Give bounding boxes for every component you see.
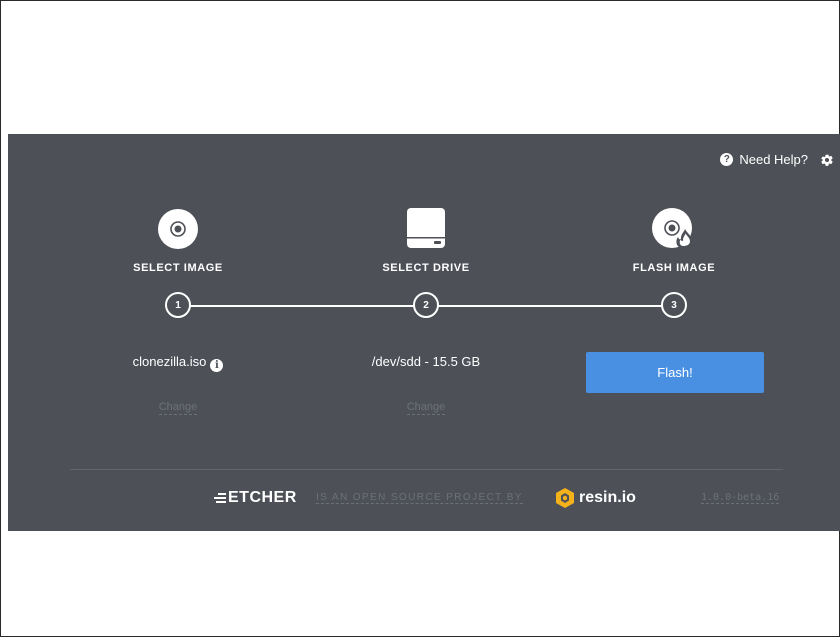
question-circle-icon: ?: [720, 153, 734, 166]
step-node-3: 3: [661, 292, 687, 318]
footer-divider: [70, 469, 783, 470]
selected-drive: /dev/sdd - 15.5 GB: [326, 354, 526, 369]
version-label[interactable]: 1.0.0-beta.16: [701, 492, 780, 504]
need-help-label: Need Help?: [739, 152, 808, 167]
etcher-logo[interactable]: ETCHER: [214, 489, 297, 507]
change-drive-link[interactable]: Change: [406, 401, 446, 415]
resin-cube-icon: [556, 488, 574, 508]
change-image: Change: [78, 401, 278, 415]
step-title-select-drive: SELECT DRIVE: [382, 262, 470, 274]
change-drive: Change: [326, 401, 526, 415]
step-title-flash-image: FLASH IMAGE: [632, 262, 716, 274]
flash-button[interactable]: Flash!: [586, 352, 764, 393]
resin-logo-text: resin.io: [579, 489, 636, 506]
selected-image-name: clonezilla.iso: [132, 354, 207, 369]
footer-tagline-text[interactable]: IS AN OPEN SOURCE PROJECT BY: [316, 492, 523, 504]
step-flash-image: FLASH IMAGE: [574, 206, 774, 274]
speed-lines-icon: [214, 493, 226, 503]
topbar: ? Need Help?: [720, 152, 834, 167]
etcher-logo-text: ETCHER: [228, 489, 297, 506]
step-node-2: 2: [413, 292, 439, 318]
step-select-drive: SELECT DRIVE: [326, 206, 526, 274]
info-icon[interactable]: i: [210, 359, 224, 372]
etcher-app: ? Need Help? SELECT IMAGE SELECT DRIVE F…: [8, 134, 840, 531]
selected-image: clonezilla.iso i: [78, 354, 278, 372]
footer-tagline: IS AN OPEN SOURCE PROJECT BY: [316, 492, 523, 504]
resin-logo[interactable]: resin.io: [555, 487, 636, 509]
need-help-link[interactable]: ? Need Help?: [720, 152, 808, 167]
step-select-image: SELECT IMAGE: [78, 206, 278, 274]
flash-disc-icon: [652, 208, 692, 248]
step-node-1: 1: [165, 292, 191, 318]
selected-drive-name: /dev/sdd - 15.5 GB: [371, 354, 481, 369]
disc-icon[interactable]: [157, 208, 199, 250]
step-title-select-image: SELECT IMAGE: [133, 262, 223, 274]
drive-icon[interactable]: [405, 206, 447, 250]
change-image-link[interactable]: Change: [158, 401, 198, 415]
gear-icon[interactable]: [820, 153, 834, 167]
footer: ETCHER IS AN OPEN SOURCE PROJECT BY resi…: [8, 487, 840, 511]
